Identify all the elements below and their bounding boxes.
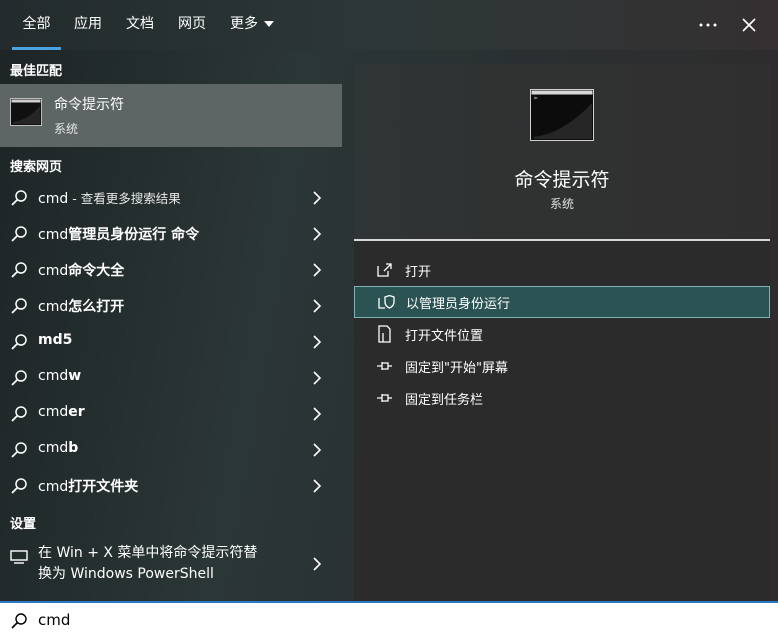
search-box[interactable]: cmd [0, 601, 778, 640]
tab-all-label: 全部 [22, 16, 51, 32]
search-icon [11, 370, 27, 386]
shield-icon [378, 294, 395, 309]
web-result-label: cmder [38, 404, 85, 420]
pin-icon [377, 394, 392, 402]
web-result-label: cmdw [38, 368, 82, 384]
web-result-item[interactable]: cmdb [0, 432, 342, 468]
web-result-item[interactable]: cmd怎么打开 [0, 288, 342, 324]
tab-more-label: 更多 [230, 16, 258, 32]
tab-documents[interactable]: 文档 [120, 0, 160, 50]
chevron-right-icon [313, 227, 322, 241]
action-open[interactable]: 打开 [354, 254, 770, 286]
ellipsis-icon[interactable] [693, 10, 723, 40]
tab-all[interactable]: 全部 [12, 0, 61, 50]
tab-web[interactable]: 网页 [172, 0, 212, 50]
chevron-right-icon [313, 263, 322, 277]
tab-apps-label: 应用 [74, 16, 102, 32]
best-match-subtitle: 系统 [54, 122, 79, 136]
search-icon [11, 334, 27, 350]
web-result-item[interactable]: md5 [0, 324, 342, 360]
web-result-item[interactable]: cmdw [0, 360, 342, 396]
search-icon [11, 262, 27, 278]
detail-title: 命令提示符 [514, 169, 610, 191]
command-prompt-icon [530, 89, 594, 141]
best-match-item[interactable]: 命令提示符 系统 [0, 84, 342, 147]
action-pin-to-start-label: 固定到"开始"屏幕 [405, 361, 508, 376]
settings-header: 设置 [10, 517, 37, 532]
action-run-as-admin-label: 以管理员身份运行 [406, 297, 511, 312]
detail-subtitle: 系统 [549, 197, 574, 211]
action-run-as-admin[interactable]: 以管理员身份运行 [354, 286, 770, 318]
filter-tab-bar: 全部 应用 文档 网页 更多 [0, 0, 778, 50]
best-match-header: 最佳匹配 [10, 64, 63, 79]
action-pin-to-start[interactable]: 固定到"开始"屏幕 [354, 350, 770, 382]
settings-result-item[interactable]: 在 Win + X 菜单中将命令提示符替 换为 Windows PowerShe… [0, 540, 342, 588]
chevron-right-icon [313, 557, 322, 571]
search-icon [11, 226, 27, 242]
web-result-item[interactable]: cmd打开文件夹 [0, 468, 342, 504]
command-prompt-icon [10, 98, 42, 126]
web-result-label: cmd管理员身份运行 命令 [38, 227, 200, 243]
web-result-label: md5 [38, 332, 73, 348]
search-icon [11, 190, 27, 206]
chevron-right-icon [313, 299, 322, 313]
web-search-header: 搜索网页 [10, 160, 63, 175]
results-list: 最佳匹配 命令提示符 系统 搜索网页 cmd - 查看更多搜索结果 cmd管理员… [0, 50, 342, 601]
chevron-right-icon [313, 407, 322, 421]
search-icon [11, 406, 27, 422]
chevron-right-icon [313, 191, 322, 205]
chevron-right-icon [313, 371, 322, 385]
pin-icon [377, 362, 392, 370]
web-result-label: cmdb [38, 440, 79, 456]
detail-divider [354, 239, 770, 241]
settings-result-label: 在 Win + X 菜单中将命令提示符替 换为 Windows PowerShe… [38, 545, 258, 582]
chevron-right-icon [313, 443, 322, 457]
chevron-right-icon [313, 479, 322, 493]
chevron-right-icon [313, 335, 322, 349]
web-result-item[interactable]: cmd管理员身份运行 命令 [0, 216, 342, 252]
monitor-icon [10, 550, 28, 564]
web-result-item[interactable]: cmd - 查看更多搜索结果 [0, 180, 342, 216]
action-open-file-location-label: 打开文件位置 [405, 329, 484, 344]
best-match-title: 命令提示符 [54, 97, 124, 113]
open-external-icon [377, 263, 392, 277]
search-icon [11, 478, 27, 494]
search-icon [11, 442, 27, 458]
start-search-window: 全部 应用 文档 网页 更多 最佳匹配 命令提示符 系统 搜索网页 cmd - … [0, 0, 778, 640]
web-result-label: cmd打开文件夹 [38, 479, 139, 495]
tab-web-label: 网页 [178, 16, 206, 32]
web-result-item[interactable]: cmd命令大全 [0, 252, 342, 288]
action-pin-to-taskbar-label: 固定到任务栏 [405, 393, 484, 408]
action-open-label: 打开 [405, 265, 432, 280]
web-result-label: cmd - 查看更多搜索结果 [38, 191, 181, 207]
tab-more[interactable]: 更多 [224, 0, 280, 50]
detail-header: 命令提示符 系统 [354, 64, 770, 239]
web-result-label: cmd怎么打开 [38, 299, 125, 315]
file-location-icon [378, 325, 391, 343]
detail-panel: 命令提示符 系统 打开 以管理员身份运行 打开文件位置 固定到"开始"屏幕 固定… [354, 64, 770, 601]
action-pin-to-taskbar[interactable]: 固定到任务栏 [354, 382, 770, 414]
close-icon[interactable] [734, 10, 764, 40]
tab-documents-label: 文档 [126, 16, 154, 32]
search-input[interactable]: cmd [38, 611, 70, 629]
web-result-label: cmd命令大全 [38, 263, 125, 279]
web-result-item[interactable]: cmder [0, 396, 342, 432]
action-open-file-location[interactable]: 打开文件位置 [354, 318, 770, 350]
search-icon [11, 613, 27, 629]
chevron-down-icon [264, 21, 274, 27]
tab-apps[interactable]: 应用 [68, 0, 108, 50]
search-icon [11, 298, 27, 314]
